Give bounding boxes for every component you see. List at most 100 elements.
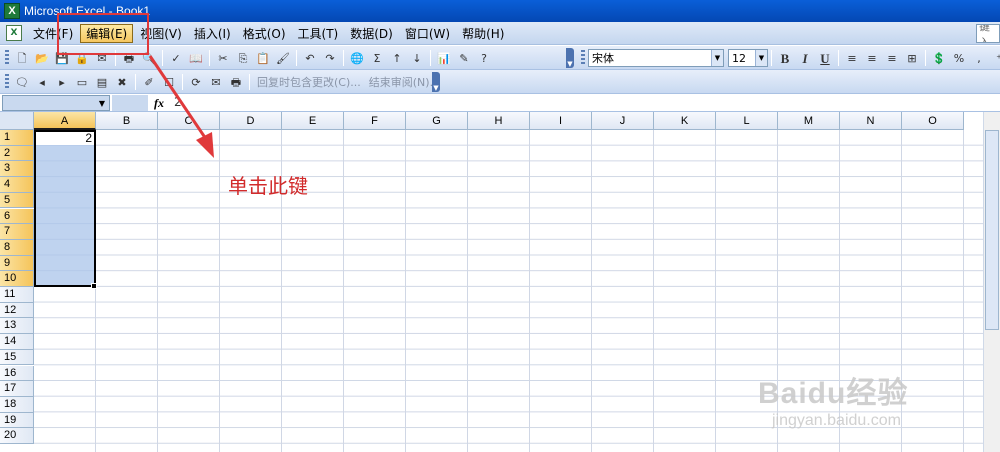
row-header-18[interactable]: 18 <box>0 396 34 413</box>
workbook-icon[interactable]: X <box>6 25 22 41</box>
redo-icon[interactable]: ↷ <box>322 50 338 66</box>
comma-style-icon[interactable]: , <box>971 50 987 66</box>
percent-button[interactable]: % <box>951 50 967 66</box>
spelling-icon[interactable]: ✓ <box>168 50 184 66</box>
copy-icon[interactable]: ⎘ <box>235 50 251 66</box>
formula-input[interactable]: 2 <box>170 95 998 111</box>
new-icon[interactable]: 🗋 <box>14 50 30 66</box>
toolbar-grip[interactable] <box>5 74 9 90</box>
row-header-15[interactable]: 15 <box>0 349 34 366</box>
toolbar-options-icon[interactable]: ▼ <box>566 48 574 68</box>
column-header-i[interactable]: I <box>530 112 592 130</box>
row-header-19[interactable]: 19 <box>0 412 34 429</box>
column-header-l[interactable]: L <box>716 112 778 130</box>
column-header-g[interactable]: G <box>406 112 468 130</box>
menu-help[interactable]: 帮助(H) <box>457 24 509 43</box>
align-left-icon[interactable]: ≡ <box>844 50 860 66</box>
row-header-3[interactable]: 3 <box>0 161 34 178</box>
previous-comment-icon[interactable]: ◂ <box>34 74 50 90</box>
vertical-scrollbar[interactable] <box>983 112 1000 452</box>
end-review-button[interactable]: 结束审阅(N)... <box>369 74 440 90</box>
show-comment-icon[interactable]: ▭ <box>74 74 90 90</box>
drawing-icon[interactable]: ✎ <box>456 50 472 66</box>
sort-ascending-icon[interactable]: ↑ <box>389 50 405 66</box>
insert-function-icon[interactable]: fx <box>150 95 168 111</box>
align-center-icon[interactable]: ≡ <box>864 50 880 66</box>
help-search-input[interactable]: 键入 <box>976 24 1000 43</box>
toolbar-options-icon[interactable]: ▼ <box>432 72 440 92</box>
row-header-11[interactable]: 11 <box>0 287 34 303</box>
row-header-17[interactable]: 17 <box>0 381 34 397</box>
hyperlink-icon[interactable]: 🌐 <box>349 50 365 66</box>
menu-tools[interactable]: 工具(T) <box>293 24 344 43</box>
chevron-down-icon[interactable]: ▼ <box>99 99 105 108</box>
row-header-7[interactable]: 7 <box>0 224 34 240</box>
menu-data[interactable]: 数据(D) <box>345 24 398 43</box>
create-task-icon[interactable]: ☐ <box>161 74 177 90</box>
underline-button[interactable]: U <box>817 50 833 66</box>
help-icon[interactable]: ? <box>476 50 492 66</box>
reply-with-changes-button[interactable]: 回复时包含更改(C)... <box>257 74 361 90</box>
column-header-d[interactable]: D <box>220 112 282 130</box>
align-right-icon[interactable]: ≡ <box>884 50 900 66</box>
column-header-m[interactable]: M <box>778 112 840 130</box>
update-file-icon[interactable]: ⟳ <box>188 74 204 90</box>
new-comment-icon[interactable]: 🗨 <box>14 74 30 90</box>
row-header-16[interactable]: 16 <box>0 365 34 382</box>
column-header-f[interactable]: F <box>344 112 406 130</box>
menu-window[interactable]: 窗口(W) <box>400 24 455 43</box>
font-size-select[interactable]: 12 ▼ <box>728 49 768 67</box>
toolbar-grip[interactable] <box>5 50 9 66</box>
currency-icon[interactable]: 💲 <box>931 50 947 66</box>
menu-insert[interactable]: 插入(I) <box>189 24 236 43</box>
row-header-12[interactable]: 12 <box>0 302 34 319</box>
column-header-o[interactable]: O <box>902 112 964 130</box>
increase-decimal-icon[interactable]: ⁺ <box>991 50 1000 66</box>
menu-format[interactable]: 格式(O) <box>238 24 291 43</box>
row-header-4[interactable]: 4 <box>0 177 34 193</box>
chevron-down-icon[interactable]: ▼ <box>711 50 723 66</box>
merge-center-icon[interactable]: ⊞ <box>904 50 920 66</box>
ink-annotations-icon[interactable]: ✐ <box>141 74 157 90</box>
row-header-1[interactable]: 1 <box>0 130 34 146</box>
chevron-down-icon[interactable]: ▼ <box>755 50 767 66</box>
row-header-20[interactable]: 20 <box>0 428 34 444</box>
sort-descending-icon[interactable]: ↓ <box>409 50 425 66</box>
show-all-comments-icon[interactable]: ▤ <box>94 74 110 90</box>
name-box[interactable]: ▼ <box>2 95 110 111</box>
select-all-button[interactable] <box>0 112 34 130</box>
toolbar-grip[interactable] <box>581 50 585 66</box>
print-icon[interactable]: 🖶 <box>228 74 244 90</box>
paste-icon[interactable]: 📋 <box>255 50 271 66</box>
row-header-8[interactable]: 8 <box>0 239 34 256</box>
column-header-j[interactable]: J <box>592 112 654 130</box>
autosum-icon[interactable]: Σ <box>369 50 385 66</box>
row-header-5[interactable]: 5 <box>0 192 34 209</box>
delete-comment-icon[interactable]: ✖ <box>114 74 130 90</box>
scrollbar-thumb[interactable] <box>985 130 999 330</box>
column-header-c[interactable]: C <box>158 112 220 130</box>
font-name-select[interactable]: 宋体 ▼ <box>588 49 724 67</box>
selected-range[interactable] <box>34 130 96 287</box>
row-header-9[interactable]: 9 <box>0 255 34 272</box>
send-mail-icon[interactable]: ✉ <box>208 74 224 90</box>
row-header-14[interactable]: 14 <box>0 334 34 350</box>
fill-handle[interactable] <box>91 283 97 289</box>
column-header-b[interactable]: B <box>96 112 158 130</box>
row-header-6[interactable]: 6 <box>0 208 34 225</box>
research-icon[interactable]: 📖 <box>188 50 204 66</box>
bold-button[interactable]: B <box>777 50 793 66</box>
row-header-2[interactable]: 2 <box>0 145 34 162</box>
column-header-k[interactable]: K <box>654 112 716 130</box>
open-icon[interactable]: 📂 <box>34 50 50 66</box>
italic-button[interactable]: I <box>797 50 813 66</box>
next-comment-icon[interactable]: ▸ <box>54 74 70 90</box>
chart-wizard-icon[interactable]: 📊 <box>436 50 452 66</box>
format-painter-icon[interactable]: 🖌 <box>275 50 291 66</box>
row-header-13[interactable]: 13 <box>0 318 34 335</box>
column-header-n[interactable]: N <box>840 112 902 130</box>
row-header-10[interactable]: 10 <box>0 271 34 287</box>
cut-icon[interactable]: ✂ <box>215 50 231 66</box>
column-header-a[interactable]: A <box>34 112 96 130</box>
undo-icon[interactable]: ↶ <box>302 50 318 66</box>
